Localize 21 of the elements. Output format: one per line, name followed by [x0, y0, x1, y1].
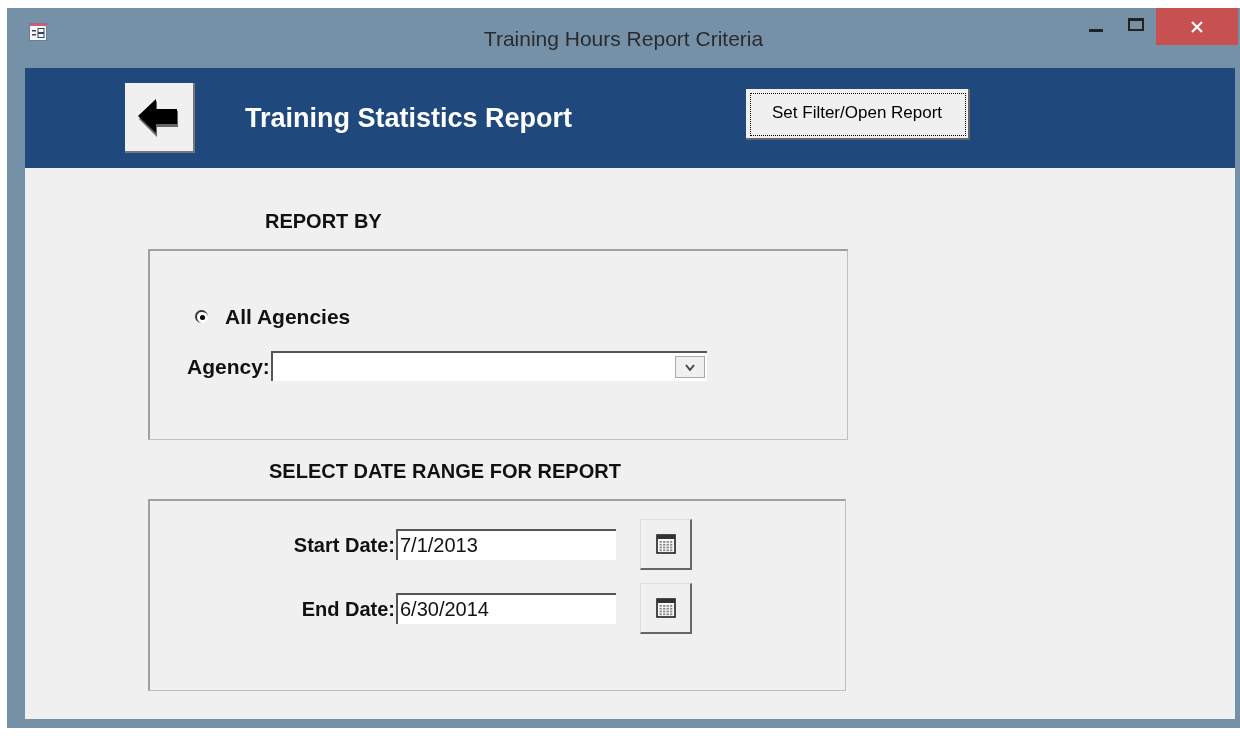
date-field[interactable]: 7/1/2013	[396, 529, 616, 560]
calendar-icon	[655, 598, 676, 618]
calendar-button[interactable]	[640, 583, 692, 634]
radio-button[interactable]	[195, 310, 208, 324]
window-title: Training Hours Report Criteria	[483, 28, 764, 49]
section-heading: SELECT DATE RANGE FOR REPORT	[269, 459, 622, 484]
radio-label: All Agencies	[225, 304, 351, 330]
date-field[interactable]: 6/30/2014	[396, 593, 616, 624]
agency-dropdown[interactable]	[270, 351, 707, 382]
close-icon	[1190, 19, 1204, 34]
open-report-button[interactable]: Set Filter/Open Report	[746, 88, 971, 140]
calendar-button[interactable]	[640, 519, 692, 570]
calendar-icon	[655, 534, 676, 554]
field-label: Start Date:	[292, 532, 395, 558]
left-arrow-icon	[137, 97, 181, 137]
report-title: Training Statistics Report	[245, 101, 573, 135]
field-label: End Date:	[300, 596, 395, 622]
field-label: Agency:	[187, 353, 270, 380]
form-icon	[29, 23, 47, 41]
back-button[interactable]	[125, 83, 195, 153]
section-heading: REPORT BY	[265, 209, 383, 234]
